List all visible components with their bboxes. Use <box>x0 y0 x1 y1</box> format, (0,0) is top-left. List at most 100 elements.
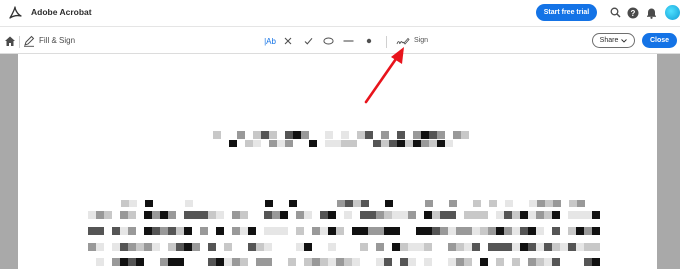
redaction-pixel <box>413 140 421 147</box>
redaction-pixel <box>456 243 464 251</box>
redaction-pixel <box>584 227 592 235</box>
redaction-pixel <box>128 227 136 235</box>
redaction-pixel <box>325 140 333 147</box>
redaction-pixel <box>184 227 192 235</box>
redaction-pixel <box>381 131 389 139</box>
redaction-pixel <box>128 211 136 219</box>
redaction-pixel <box>365 131 373 139</box>
redaction-pixel <box>392 227 400 235</box>
redaction-pixel <box>232 227 240 235</box>
redaction-pixel <box>184 243 192 251</box>
redaction-pixel <box>240 227 248 235</box>
redaction-pixel <box>336 227 344 235</box>
check-mark-icon[interactable] <box>302 34 314 48</box>
redaction-pixel <box>360 211 368 219</box>
redaction-pixel <box>456 227 464 235</box>
help-icon[interactable]: ? <box>626 6 639 19</box>
redaction-pixel <box>264 243 272 251</box>
redaction-pixel <box>184 211 192 219</box>
sign-label[interactable]: Sign <box>414 37 428 44</box>
redaction-pixel <box>552 258 560 266</box>
redaction-pixel <box>512 243 520 251</box>
redaction-pixel <box>424 243 432 251</box>
redaction-pixel <box>200 211 208 219</box>
start-free-trial-button[interactable]: Start free trial <box>536 4 597 21</box>
document-page[interactable] <box>18 60 657 269</box>
redaction-pixel <box>360 243 368 251</box>
redaction-pixel <box>265 200 273 207</box>
share-button[interactable]: Share <box>592 33 635 48</box>
redaction-pixel <box>437 131 445 139</box>
redaction-pixel <box>552 211 560 219</box>
redaction-pixel <box>301 131 309 139</box>
redaction-pixel <box>216 258 224 266</box>
redaction-pixel <box>112 227 120 235</box>
redaction-pixel <box>144 243 152 251</box>
redaction-pixel <box>264 258 272 266</box>
line-icon[interactable] <box>341 34 355 48</box>
redaction-pixel <box>312 258 320 266</box>
redaction-pixel <box>464 243 472 251</box>
redaction-pixel <box>464 258 472 266</box>
close-button[interactable]: Close <box>642 33 677 48</box>
redaction-pixel <box>368 227 376 235</box>
redaction-pixel <box>168 227 176 235</box>
redaction-pixel <box>128 258 136 266</box>
redaction-pixel <box>384 227 392 235</box>
home-icon[interactable] <box>4 35 16 47</box>
redaction-pixel <box>245 140 253 147</box>
redaction-pixel <box>176 258 184 266</box>
redaction-pixel <box>376 258 384 266</box>
redaction-pixel <box>168 243 176 251</box>
redaction-pixel <box>448 211 456 219</box>
redaction-pixel <box>344 258 352 266</box>
redaction-pixel <box>376 243 384 251</box>
redaction-pixel <box>240 211 248 219</box>
redaction-pixel <box>429 140 437 147</box>
redaction-pixel <box>232 258 240 266</box>
redaction-pixel <box>577 200 585 207</box>
add-text-tool[interactable]: |Ab <box>260 34 280 48</box>
redaction-pixel <box>361 200 369 207</box>
avatar[interactable] <box>665 5 680 20</box>
redaction-pixel <box>440 227 448 235</box>
redaction-pixel <box>224 258 232 266</box>
annotation-arrow <box>364 47 404 104</box>
redaction-pixel <box>576 227 584 235</box>
viewer-gutter-left <box>0 54 18 269</box>
redaction-pixel <box>392 211 400 219</box>
redaction-pixel <box>496 227 504 235</box>
redaction-pixel <box>384 211 392 219</box>
redaction-pixel <box>448 243 456 251</box>
redaction-pixel <box>112 243 120 251</box>
redaction-pixel <box>160 227 168 235</box>
redaction-pixel <box>432 211 440 219</box>
redaction-pixel <box>216 227 224 235</box>
cross-mark-icon[interactable] <box>282 34 294 48</box>
redaction-pixel <box>400 211 408 219</box>
redaction-pixel <box>376 211 384 219</box>
redaction-pixel <box>208 258 216 266</box>
bell-icon[interactable] <box>645 6 658 19</box>
search-icon[interactable] <box>609 6 622 19</box>
redaction-pixel <box>144 211 152 219</box>
redaction-pixel <box>416 227 424 235</box>
fill-sign-toolbar: Fill & Sign |Ab Sign Share Close <box>0 26 680 54</box>
redaction-pixel <box>120 227 128 235</box>
app-title: Adobe Acrobat <box>31 7 92 17</box>
redaction-pixel <box>504 211 512 219</box>
redaction-pixel <box>256 243 264 251</box>
redaction-pixel <box>309 140 317 147</box>
redaction-pixel <box>200 227 208 235</box>
redaction-pixel <box>232 211 240 219</box>
redaction-pixel <box>121 200 129 207</box>
viewer-gutter-right <box>657 54 680 269</box>
redaction-pixel <box>568 227 576 235</box>
ellipse-icon[interactable] <box>321 34 335 48</box>
redaction-pixel <box>424 211 432 219</box>
redaction-pixel <box>488 243 496 251</box>
redaction-pixel <box>592 227 600 235</box>
redaction-pixel <box>464 211 472 219</box>
redaction-pixel <box>192 243 200 251</box>
redaction-pixel <box>344 211 352 219</box>
